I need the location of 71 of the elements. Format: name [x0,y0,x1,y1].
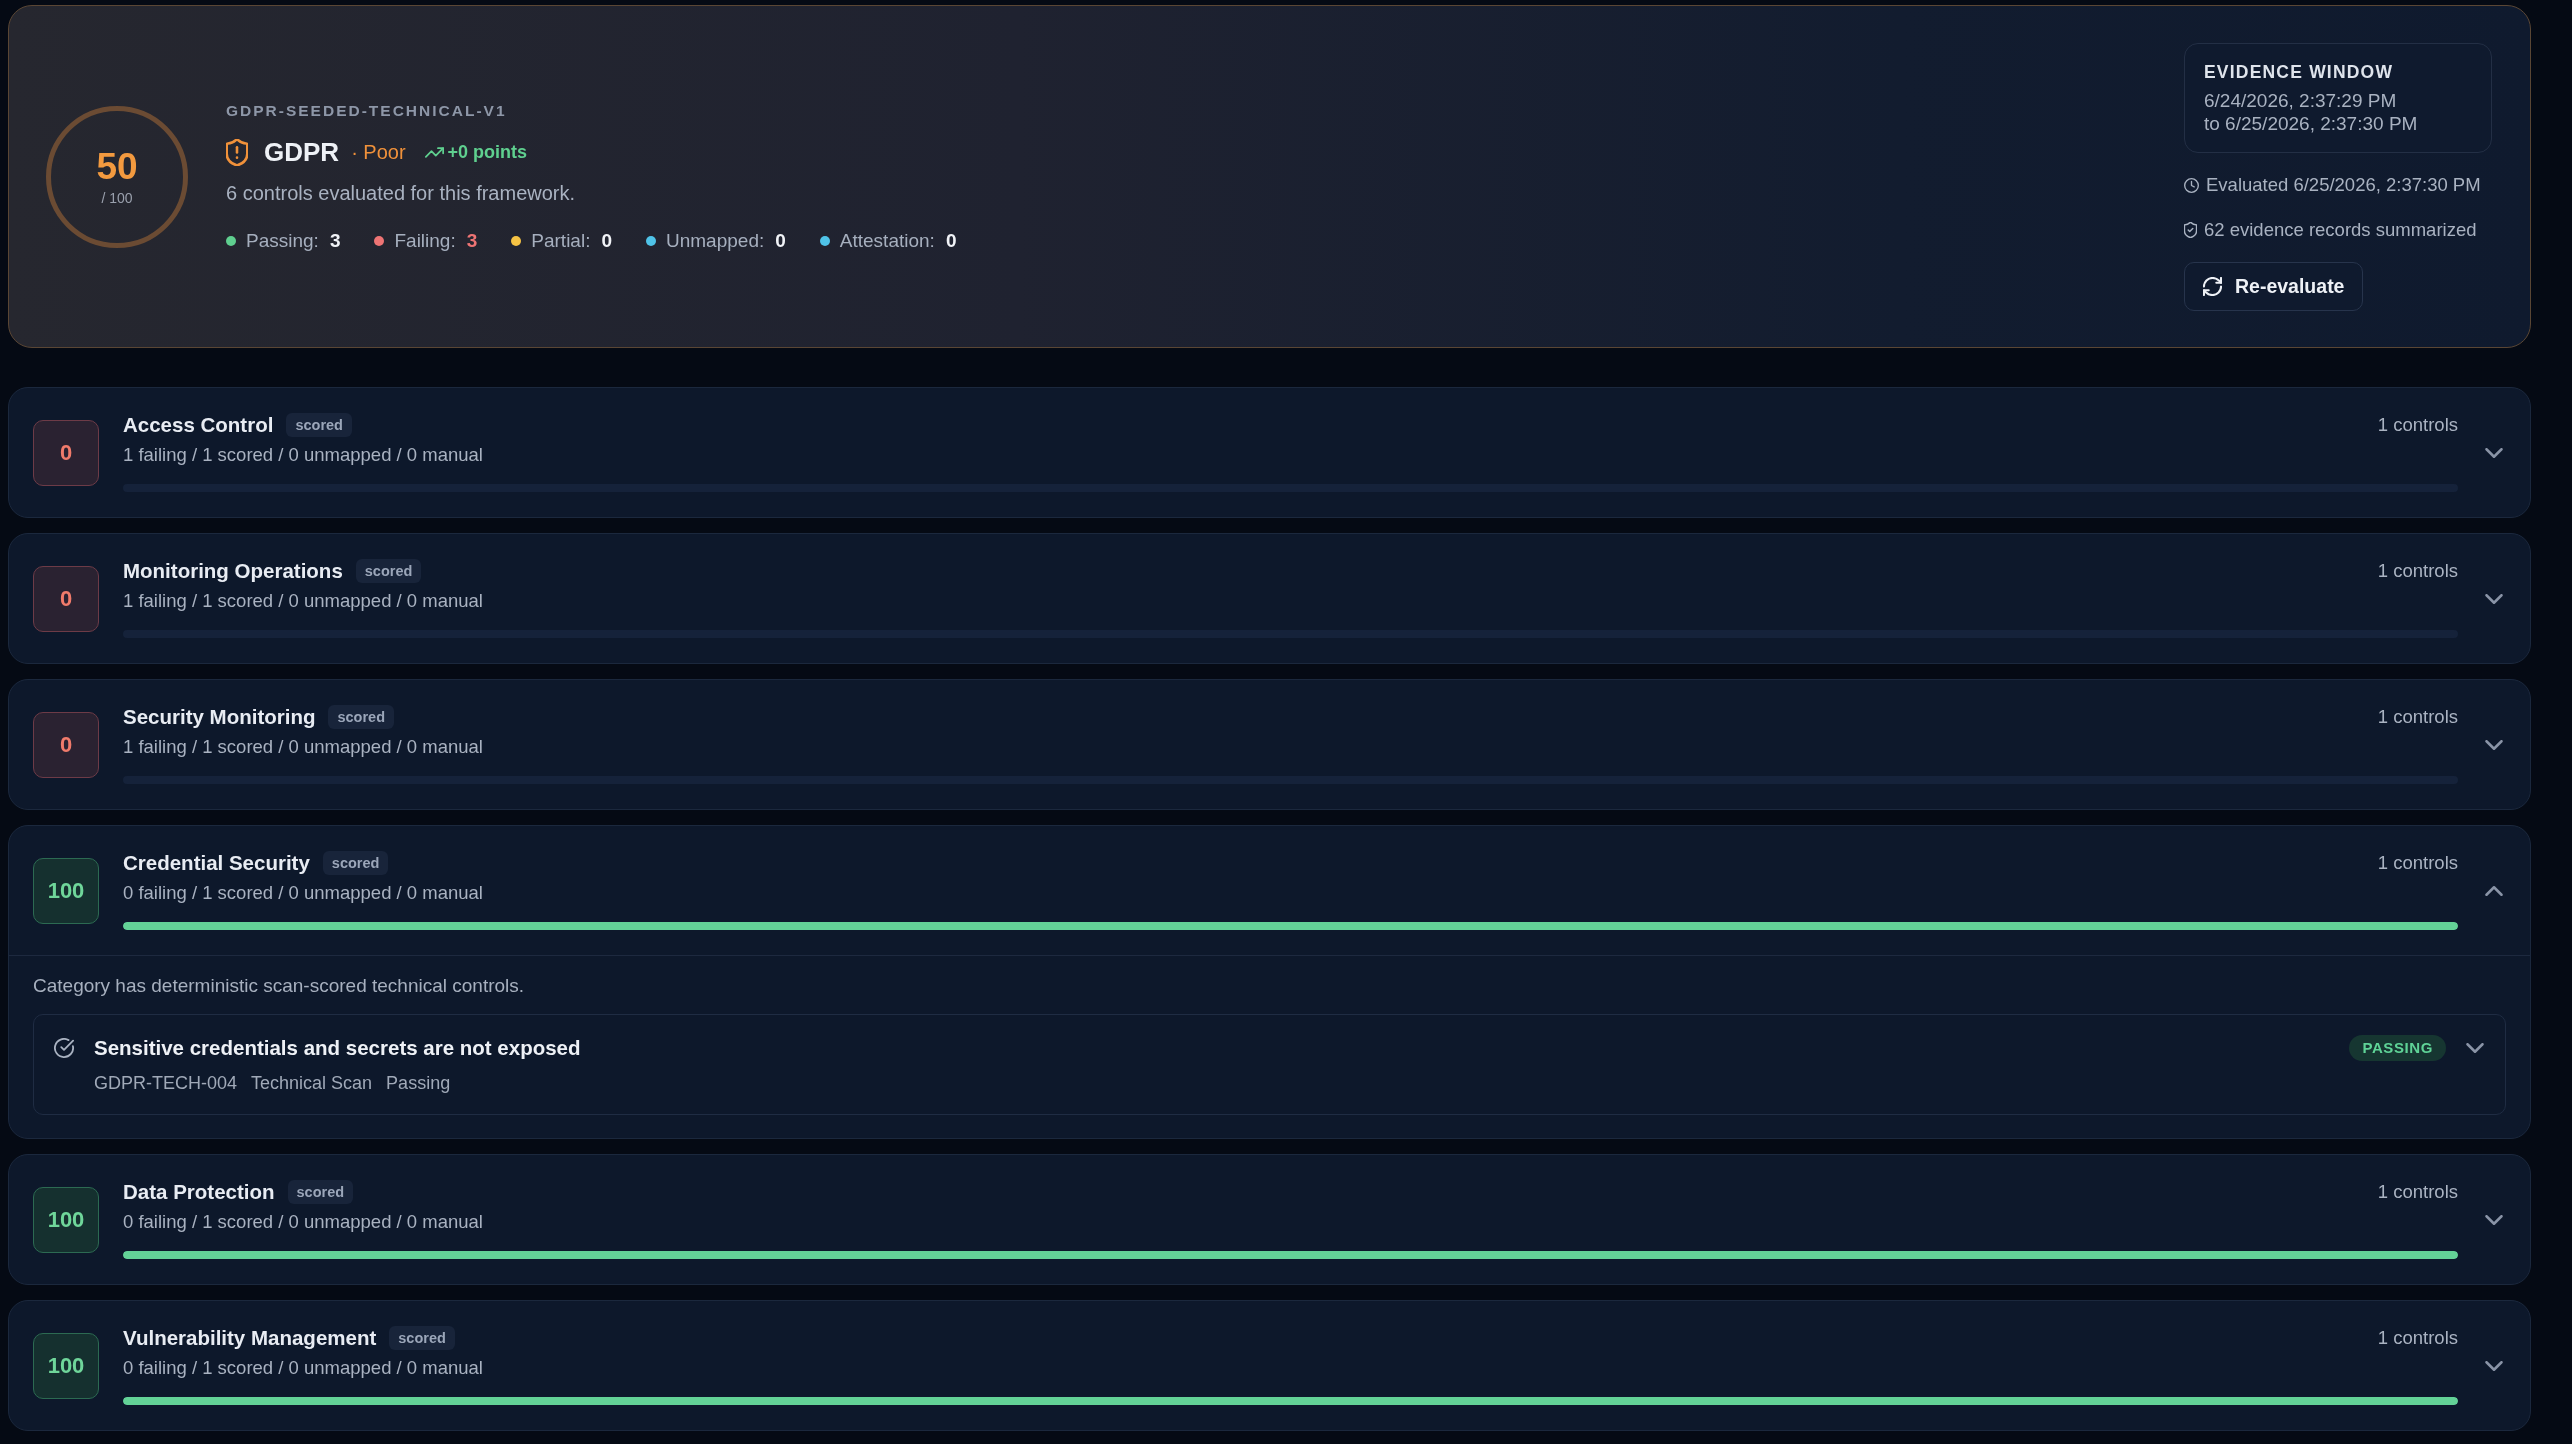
evidence-records: 62 evidence records summarized [2204,218,2477,242]
chevron-down-icon[interactable] [2485,1214,2503,1225]
control-result: Passing [386,1072,451,1094]
stat-label: Partial: [531,229,591,253]
stat-label: Passing: [246,229,319,253]
chevron-down-icon[interactable] [2485,447,2503,458]
stat-value: 3 [329,229,341,253]
framework-rating: · Poor [351,140,406,164]
category-title: Security Monitoring [123,705,316,729]
category-summary: 0 failing / 1 scored / 0 unmapped / 0 manual [123,882,484,904]
category-summary: 0 failing / 1 scored / 0 unmapped / 0 manual [123,1211,484,1233]
chevron-down-icon[interactable] [2485,739,2503,750]
status-pill: PASSING [2349,1035,2446,1061]
category-title: Data Protection [123,1180,275,1204]
reevaluate-button[interactable]: Re-evaluate [2184,262,2364,311]
evaluated-time: Evaluated 6/25/2026, 2:37:30 PM [2206,173,2481,197]
controls-count: 1 controls [2377,414,2458,436]
category-tag: scored [355,559,422,583]
category-tag: scored [286,413,352,437]
category-summary: 1 failing / 1 scored / 0 unmapped / 0 manual [123,736,484,758]
stat-value: 0 [601,229,612,253]
stat-label: Failing: [394,229,456,253]
controls-count: 1 controls [2377,560,2458,582]
stat-label: Unmapped: [666,229,765,253]
category-score: 0 [33,419,99,486]
chevron-up-icon[interactable] [2485,885,2503,896]
controls-count: 1 controls [2377,852,2458,874]
trend-up-icon [424,146,444,158]
shield-check-icon [2184,222,2197,238]
shield-alert-icon [226,138,248,166]
category-note: Category has deterministic scan-scored technical controls. [33,975,526,997]
chevron-down-icon[interactable] [2485,1360,2503,1371]
stat-label: Attestation: [839,229,935,253]
chevron-down-icon[interactable] [2466,1043,2484,1053]
trend-text: +0 points [447,141,528,163]
stat-value: 0 [775,229,786,253]
category-tag: scored [287,1180,354,1204]
category-title: Credential Security [123,851,310,875]
category-tag: scored [328,705,395,729]
category-score: 100 [33,857,99,924]
category-tag: scored [322,851,389,875]
score-max: / 100 [101,189,133,207]
score-value: 50 [96,147,138,187]
stat-value: 3 [466,229,478,253]
category-title: Access Control [123,413,274,437]
chevron-down-icon[interactable] [2485,593,2503,604]
controls-count: 1 controls [2377,1181,2458,1203]
category-title: Monitoring Operations [123,559,343,583]
evidence-start: 6/24/2026, 2:37:29 PM [2204,89,2398,112]
framework-description: 6 controls evaluated for this framework. [226,181,577,205]
stat-value: 0 [945,229,957,253]
category-score: 0 [33,711,99,778]
category-summary: 0 failing / 1 scored / 0 unmapped / 0 manual [123,1357,484,1379]
framework-code: GDPR-SEEDED-TECHNICAL-V1 [226,101,508,121]
category-title: Vulnerability Management [123,1326,377,1350]
refresh-icon [2203,277,2222,296]
clock-icon [2184,177,2199,193]
framework-name: GDPR [264,137,340,167]
category-tag: scored [389,1326,455,1350]
category-score: 100 [33,1332,99,1399]
category-summary: 1 failing / 1 scored / 0 unmapped / 0 manual [123,444,484,466]
category-score: 100 [33,1186,99,1253]
controls-count: 1 controls [2377,1327,2458,1349]
controls-count: 1 controls [2377,706,2458,728]
category-score: 0 [33,565,99,632]
control-source: Technical Scan [251,1072,373,1094]
evidence-end: to 6/25/2026, 2:37:30 PM [2204,112,2419,135]
evidence-window-title: EVIDENCE WINDOW [2204,61,2395,83]
control-title: Sensitive credentials and secrets are not exposed [94,1036,582,1060]
control-id: GDPR-TECH-004 [94,1072,238,1094]
category-summary: 1 failing / 1 scored / 0 unmapped / 0 manual [123,590,484,612]
